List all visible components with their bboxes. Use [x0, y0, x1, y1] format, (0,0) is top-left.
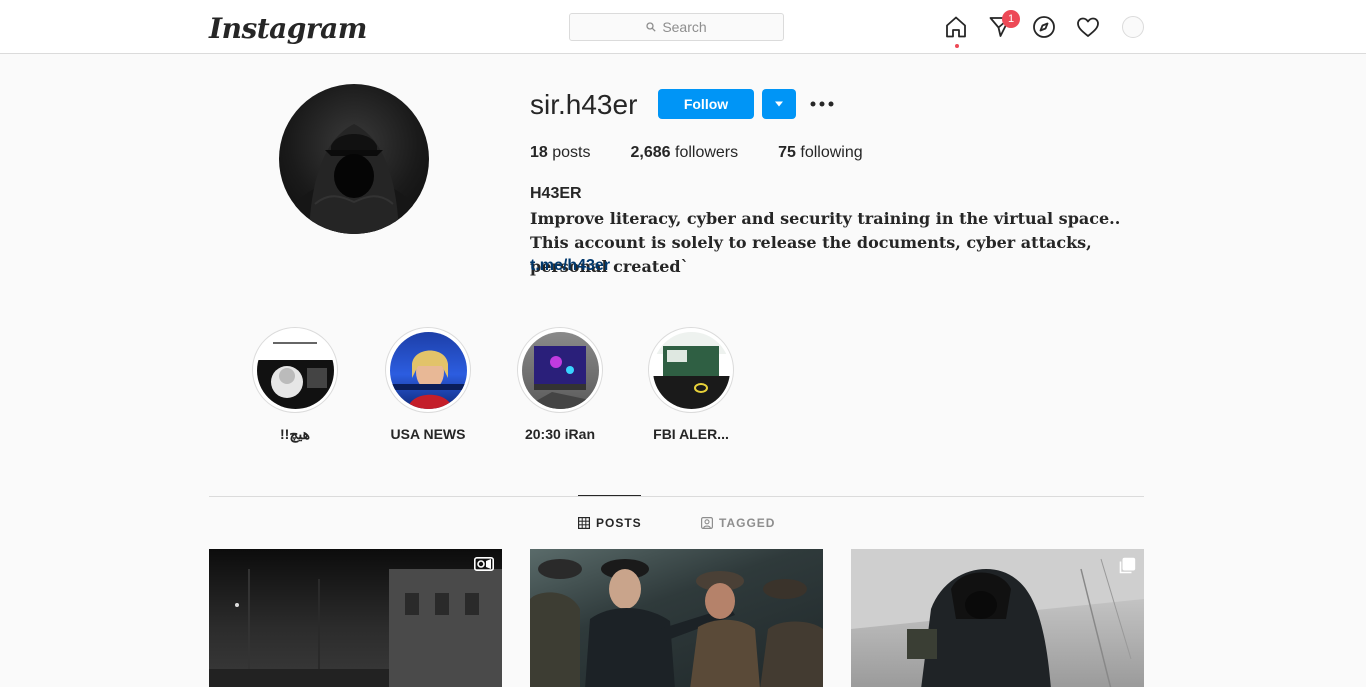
- story-highlight[interactable]: USA NEWS: [384, 327, 472, 442]
- post-image: [851, 549, 1144, 687]
- posts-count: 18 posts: [530, 144, 591, 161]
- profile-username: sir.h43er: [530, 89, 638, 120]
- story-highlight[interactable]: 20:30 iRan: [516, 327, 604, 442]
- activity-heart-icon[interactable]: [1076, 15, 1100, 39]
- highlight-ring: [385, 327, 471, 413]
- tab-posts[interactable]: POSTS: [578, 516, 642, 530]
- post-image: [530, 559, 823, 687]
- highlight-label: FBI ALER...: [653, 426, 729, 442]
- post-thumbnail[interactable]: [209, 549, 502, 687]
- highlight-cover: [652, 331, 730, 409]
- followers-count[interactable]: 2,686 followers: [631, 144, 739, 162]
- highlight-ring: [648, 327, 734, 413]
- profile-stats: 18 posts 2,686 followers 75 following: [530, 144, 903, 162]
- suggested-accounts-dropdown[interactable]: [762, 89, 796, 119]
- grid-icon: [578, 517, 590, 529]
- tab-tagged-label: TAGGED: [719, 516, 776, 530]
- highlight-ring: [517, 327, 603, 413]
- highlight-cover: [256, 331, 334, 409]
- post-image: [209, 569, 502, 687]
- search-box[interactable]: Search: [569, 13, 784, 41]
- account-avatar[interactable]: [1122, 16, 1144, 38]
- tabs-divider: [209, 496, 1144, 497]
- follow-button[interactable]: Follow: [658, 89, 754, 119]
- highlight-ring: [252, 327, 338, 413]
- home-active-dot: [955, 44, 959, 48]
- profile-picture[interactable]: [279, 84, 429, 234]
- video-icon: [474, 557, 494, 571]
- instagram-logo[interactable]: Instagram: [209, 12, 367, 45]
- story-highlight[interactable]: FBI ALER...: [647, 327, 735, 442]
- tab-tagged[interactable]: TAGGED: [701, 516, 775, 530]
- search-placeholder: Search: [662, 19, 707, 35]
- hooded-figure-image: [284, 124, 424, 234]
- post-thumbnail[interactable]: [851, 549, 1144, 687]
- more-dots-icon: [810, 101, 834, 107]
- post-thumbnail[interactable]: [530, 549, 823, 687]
- active-tab-indicator: [578, 495, 641, 496]
- highlight-label: !!هیچ: [280, 426, 310, 442]
- explore-compass-icon[interactable]: [1032, 15, 1056, 39]
- search-icon: [646, 22, 656, 32]
- profile-full-name: H43ER: [530, 185, 582, 202]
- highlight-label: USA NEWS: [390, 426, 466, 442]
- highlight-cover: [521, 331, 599, 409]
- direct-notification-badge: 1: [1002, 10, 1020, 28]
- following-count[interactable]: 75 following: [778, 144, 863, 162]
- tab-posts-label: POSTS: [596, 516, 642, 530]
- profile-bio: Improve literacy, cyber and security tra…: [530, 209, 1121, 276]
- tagged-person-icon: [701, 517, 713, 529]
- highlight-cover: [389, 331, 467, 409]
- carousel-icon: [1119, 557, 1136, 574]
- home-icon[interactable]: [944, 15, 968, 39]
- profile-external-link[interactable]: t.me/h43er: [530, 257, 610, 275]
- caret-down-icon: [775, 101, 783, 107]
- highlight-label: 20:30 iRan: [524, 426, 596, 442]
- top-navigation-bar: Instagram Search 1: [0, 0, 1366, 54]
- story-highlight[interactable]: !!هیچ: [251, 327, 339, 443]
- more-options-button[interactable]: [808, 92, 836, 116]
